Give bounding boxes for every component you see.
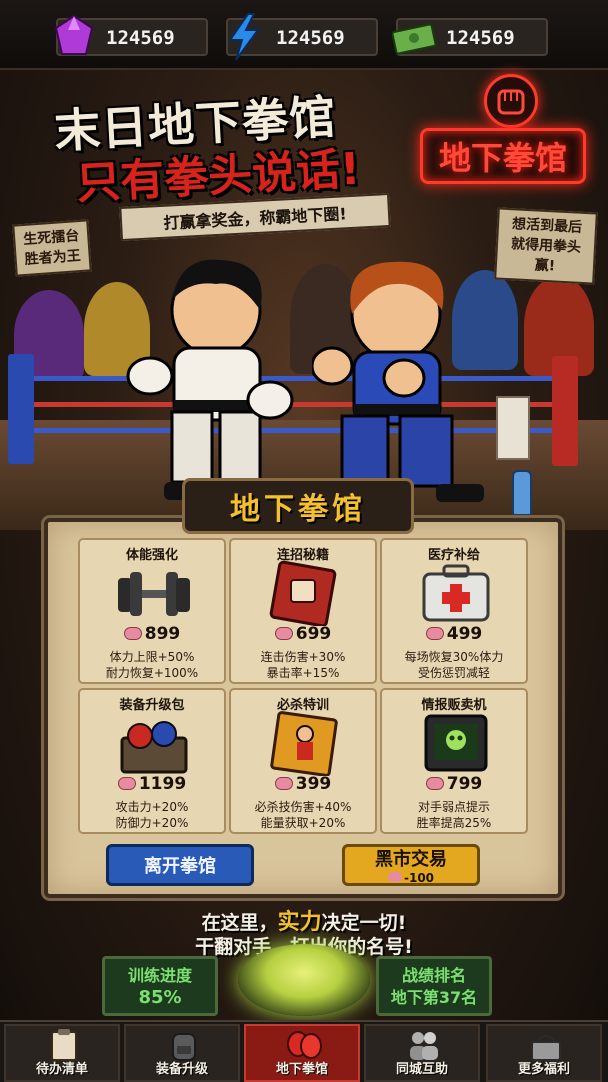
card-cost-value: 699 [295,624,332,644]
water-bottle [512,470,532,516]
energy-resource: 124569 [226,13,378,61]
shop-card-special-training[interactable]: 必杀特训 399 必杀技伤害+40% 能量获取+20% [229,688,377,834]
nav-label: 装备升级 [155,1062,208,1077]
sign-left: 生死擂台 胜者为王 [12,219,92,277]
black-market-label: 黑市交易 [375,849,447,870]
gem-resource: 124569 [54,14,208,56]
motto-post: 决定一切! [321,912,407,934]
clipboard-icon [51,1029,77,1061]
fighter-blue-gi [312,261,484,502]
fighter-book-icon [270,711,338,776]
gem-icon [54,14,94,55]
brain-icon [123,627,142,640]
brain-icon [425,627,444,640]
panel-title: 地下拳馆 [182,478,414,534]
card-effect-1: 对手弱点提示 [417,800,490,814]
nav-label: 地下拳馆 [275,1062,328,1077]
brain-icon [274,777,293,790]
leave-gym-button[interactable]: 离开拳馆 [106,844,254,886]
gem-count: 124569 [106,27,175,49]
card-effect-2: 能量获取+20% [260,816,346,830]
card-effect-1: 每场恢复30%体力 [404,650,504,664]
brain-icon [387,872,402,882]
sign-right-line2: 就得用拳头赢! [510,236,582,275]
nav-local-help[interactable]: 同城互助 [364,1024,480,1082]
motto-pre: 在这里， [201,912,278,934]
fighter-white-gi [126,259,294,500]
card-cost-value: 399 [295,774,332,794]
card-effect-1: 体力上限+50% [109,650,195,664]
nav-todo[interactable]: 待办清单 [4,1024,120,1082]
shop-card-intel-vendor[interactable]: 情报贩卖机 799 对手弱点提示 胜率提高25% [380,688,528,834]
card-effect-2: 胜率提高25% [416,816,492,830]
lightning-icon [228,13,260,61]
card-cost: 699 [231,624,375,644]
cash-icon [392,23,436,55]
resource-bar: 124569 124569 124569 [0,0,608,70]
ring-post-blue [8,354,34,464]
shop-card-stamina[interactable]: 体能强化 899 体力上限+50% 耐力恢复+100% [78,538,226,684]
nav-equipment[interactable]: 装备升级 [124,1024,240,1082]
neon-fist-icon [484,74,538,128]
brain-icon [425,777,444,790]
leave-gym-label: 离开拳馆 [144,856,216,877]
sign-left-line2: 胜者为王 [24,248,82,268]
sign-right: 想活到最后 就得用拳头赢! [494,207,598,285]
nav-more-benefits[interactable]: 更多福利 [486,1024,602,1082]
shop-card-gear-pack[interactable]: 装备升级包 1199 攻击力+20% 防御力+20% [78,688,226,834]
towel [496,396,530,460]
shop-card-combo[interactable]: 连招秘籍 699 连击伤害+30% 暴击率+15% [229,538,377,684]
energy-count: 124569 [276,27,345,49]
boxing-gloves-icon [287,1031,322,1059]
black-market-cost: -100 [387,871,435,885]
card-cost: 1199 [80,774,224,794]
ranking-label: 战绩排名 [401,966,466,985]
nav-label: 待办清单 [35,1062,88,1077]
black-market-button[interactable]: 黑市交易 -100 [342,844,480,886]
gift-basket-icon [531,1035,561,1061]
cash-resource: 124569 [392,18,548,56]
card-effect-2: 受伤惩罚减轻 [417,666,490,680]
glowing-brain-icon [238,944,370,1016]
card-cost-value: 899 [144,624,181,644]
shop-card-medical[interactable]: 医疗补给 499 每场恢复30%体力 受伤惩罚减轻 [380,538,528,684]
card-effect-1: 攻击力+20% [115,800,189,814]
skull-monitor-icon [424,714,488,772]
training-progress-panel: 训练进度 85% [102,956,218,1016]
card-effect-1: 连击伤害+30% [260,650,346,664]
ranking-panel: 战绩排名 地下第37名 [376,956,492,1016]
card-effect-2: 防御力+20% [115,816,189,830]
dumbbell-icon [118,572,190,616]
card-cost: 799 [382,774,526,794]
brain-icon [274,627,293,640]
card-effect-2: 耐力恢复+100% [105,666,199,680]
ring-post-red [552,356,578,466]
card-cost-value: 499 [446,624,483,644]
card-cost: 399 [231,774,375,794]
card-effect-1: 必杀技伤害+40% [254,800,352,814]
fist-book-icon [269,560,337,626]
training-progress-value: 85% [138,987,182,1008]
fist-icon [497,89,525,115]
gear-crate-icon [120,721,188,774]
ranking-value: 地下第37名 [390,988,478,1007]
cash-count: 124569 [446,27,515,49]
medkit-icon [422,564,490,622]
backpack-icon [172,1033,196,1061]
brain-icon [117,777,136,790]
nav-label: 更多福利 [517,1062,570,1077]
nav-label: 同城互助 [395,1062,448,1077]
bottom-nav: 待办清单 装备升级 地下拳馆 同城互助 更多福利 [0,1020,608,1082]
card-cost-value: 1199 [138,774,187,794]
training-progress-label: 训练进度 [127,966,192,985]
card-cost-value: 799 [446,774,483,794]
people-icon [410,1032,438,1060]
card-cost: 499 [382,624,526,644]
neon-sign: 地下拳馆 [420,128,586,184]
nav-fight-club[interactable]: 地下拳馆 [244,1024,360,1082]
black-market-cost-value: -100 [403,871,435,885]
card-effect-2: 暴击率+15% [266,666,340,680]
card-cost: 899 [80,624,224,644]
